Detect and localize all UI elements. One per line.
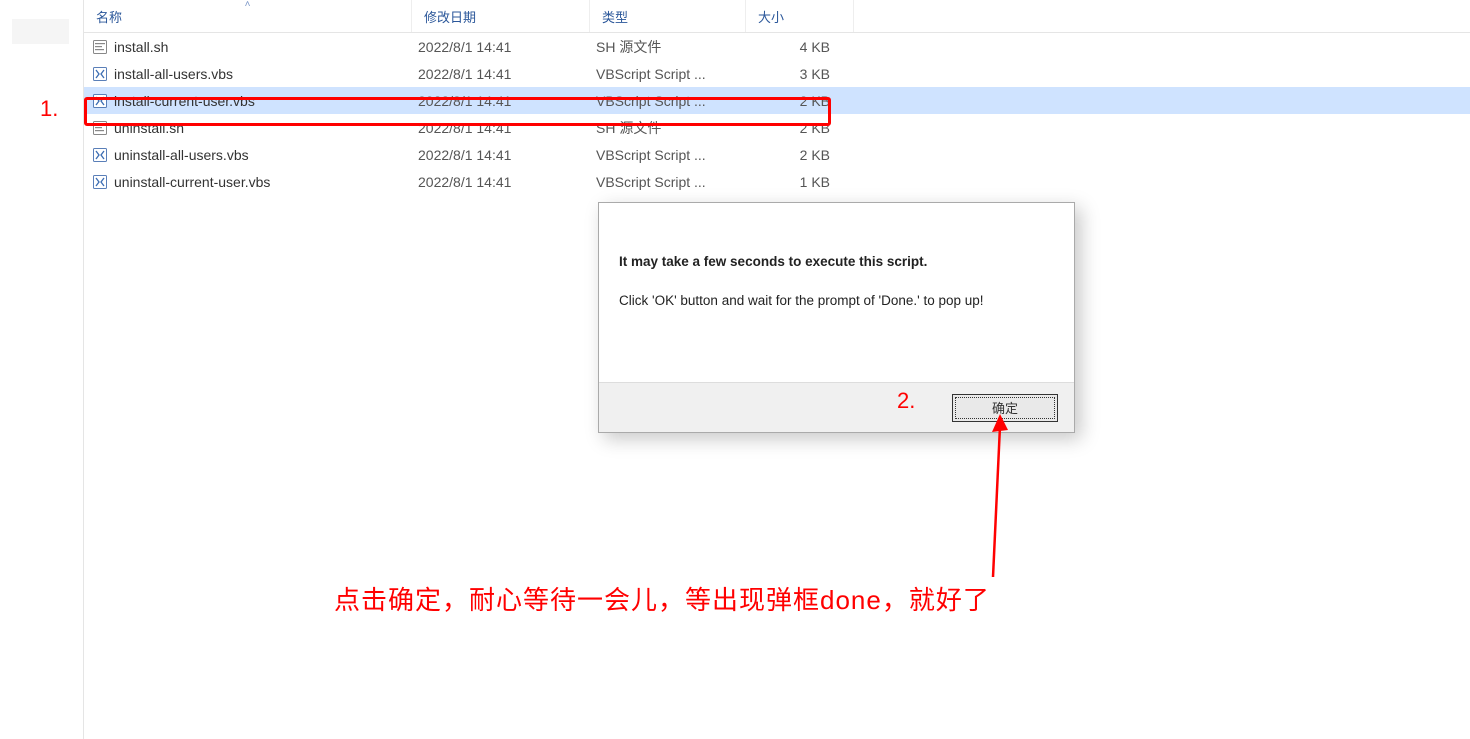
column-header-name-label: 名称 — [96, 7, 122, 26]
file-type-cell: VBScript Script ... — [590, 93, 746, 109]
column-header-date[interactable]: 修改日期 — [412, 0, 590, 32]
dialog-body: It may take a few seconds to execute thi… — [599, 239, 1074, 311]
file-row[interactable]: uninstall-current-user.vbs 2022/8/1 14:41… — [84, 168, 1470, 195]
column-header-type-label: 类型 — [602, 7, 628, 26]
script-dialog: It may take a few seconds to execute thi… — [598, 202, 1075, 433]
file-size-cell: 1 KB — [746, 174, 854, 190]
file-name-cell: install-all-users.vbs — [84, 66, 412, 82]
file-name-label: install-all-users.vbs — [114, 66, 233, 82]
file-type-cell: VBScript Script ... — [590, 147, 746, 163]
annotation-step-1: 1. — [40, 96, 58, 122]
file-date-cell: 2022/8/1 14:41 — [412, 39, 590, 55]
sort-ascending-icon: ˄ — [245, 0, 251, 10]
dialog-close-button[interactable] — [1029, 203, 1074, 233]
file-type-cell: SH 源文件 — [590, 118, 746, 138]
dialog-ok-label: 确定 — [992, 398, 1018, 417]
sh-file-icon — [92, 120, 108, 136]
file-name-cell: uninstall-all-users.vbs — [84, 147, 412, 163]
file-name-cell: install-current-user.vbs — [84, 93, 412, 109]
left-gray-block — [12, 19, 69, 44]
vbs-file-icon — [92, 66, 108, 82]
column-headers: 名称 ˄ 修改日期 类型 大小 — [84, 0, 1470, 33]
annotation-step-2: 2. — [897, 388, 915, 414]
file-name-cell: install.sh — [84, 39, 412, 55]
file-date-cell: 2022/8/1 14:41 — [412, 120, 590, 136]
column-header-type[interactable]: 类型 — [590, 0, 746, 32]
file-date-cell: 2022/8/1 14:41 — [412, 147, 590, 163]
file-size-cell: 2 KB — [746, 147, 854, 163]
file-name-label: install-current-user.vbs — [114, 93, 255, 109]
file-type-cell: VBScript Script ... — [590, 66, 746, 82]
column-header-date-label: 修改日期 — [424, 7, 476, 26]
vbs-file-icon — [92, 147, 108, 163]
file-row[interactable]: install-current-user.vbs 2022/8/1 14:41VB… — [84, 87, 1470, 114]
file-date-cell: 2022/8/1 14:41 — [412, 174, 590, 190]
file-size-cell: 4 KB — [746, 39, 854, 55]
column-header-size[interactable]: 大小 — [746, 0, 854, 32]
file-row[interactable]: install.sh 2022/8/1 14:41SH 源文件4 KB — [84, 33, 1470, 60]
dialog-footer: 确定 — [599, 382, 1074, 432]
file-row[interactable]: install-all-users.vbs 2022/8/1 14:41VBScr… — [84, 60, 1470, 87]
file-row[interactable]: uninstall-all-users.vbs 2022/8/1 14:41VBS… — [84, 141, 1470, 168]
column-header-name[interactable]: 名称 ˄ — [84, 0, 412, 32]
file-row[interactable]: uninstall.sh 2022/8/1 14:41SH 源文件2 KB — [84, 114, 1470, 141]
dialog-message-line2: Click 'OK' button and wait for the promp… — [619, 292, 1054, 311]
file-size-cell: 3 KB — [746, 66, 854, 82]
file-date-cell: 2022/8/1 14:41 — [412, 93, 590, 109]
file-size-cell: 2 KB — [746, 93, 854, 109]
dialog-ok-button[interactable]: 确定 — [952, 394, 1058, 422]
file-date-cell: 2022/8/1 14:41 — [412, 66, 590, 82]
vbs-file-icon — [92, 93, 108, 109]
file-type-cell: SH 源文件 — [590, 37, 746, 57]
file-name-cell: uninstall.sh — [84, 120, 412, 136]
dialog-message-line1: It may take a few seconds to execute thi… — [619, 253, 1054, 272]
file-name-label: uninstall-all-users.vbs — [114, 147, 249, 163]
file-name-cell: uninstall-current-user.vbs — [84, 174, 412, 190]
annotation-caption: 点击确定，耐心等待一会儿，等出现弹框done，就好了 — [334, 580, 990, 617]
vbs-file-icon — [92, 174, 108, 190]
sh-file-icon — [92, 39, 108, 55]
column-header-size-label: 大小 — [758, 7, 784, 26]
file-name-label: install.sh — [114, 39, 168, 55]
file-name-label: uninstall.sh — [114, 120, 184, 136]
file-type-cell: VBScript Script ... — [590, 174, 746, 190]
file-size-cell: 2 KB — [746, 120, 854, 136]
file-list: install.sh2022/8/1 14:41SH 源文件4 KBinstal… — [84, 33, 1470, 195]
dialog-titlebar[interactable] — [599, 203, 1074, 239]
file-name-label: uninstall-current-user.vbs — [114, 174, 270, 190]
